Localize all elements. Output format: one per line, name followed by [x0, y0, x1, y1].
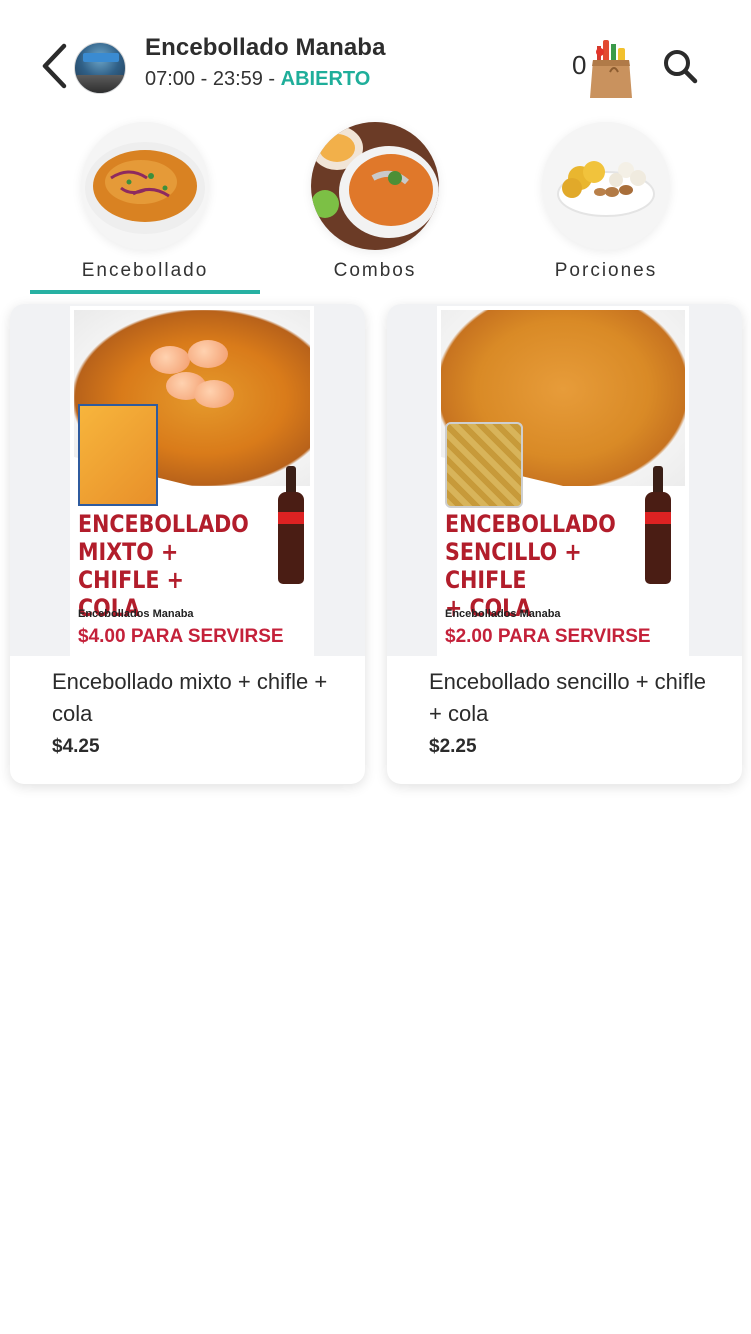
tab-label: Porciones [554, 260, 658, 281]
poster-price: $4.00 PARA SERVIRSE [78, 626, 284, 647]
poster-headline: ENCEBOLLADO SENCILLO + CHIFLE + COLA [445, 510, 616, 622]
product-name: Encebollado sencillo + chifle + cola [429, 669, 707, 726]
tab-porciones[interactable]: Porciones [491, 120, 721, 296]
product-price: $4.25 [52, 736, 100, 757]
product-name: Encebollado mixto + chifle + cola [52, 669, 328, 726]
poster-price: $2.00 PARA SERVIRSE [445, 626, 651, 647]
category-tabs: Encebollado Combos Porciones [0, 120, 751, 298]
tab-label: Combos [333, 260, 417, 281]
search-icon [664, 50, 698, 84]
tab-encebollado[interactable]: Encebollado [30, 120, 260, 296]
app-header: Encebollado Manaba 07:00 - 23:59 - ABIER… [0, 0, 751, 120]
open-status: ABIERTO [280, 68, 371, 90]
back-button[interactable] [34, 40, 74, 92]
cart-button[interactable]: 0 [572, 34, 634, 100]
encebollado-category-image [81, 122, 209, 250]
product-image: ENCEBOLLADO SENCILLO + CHIFLE + COLA Enc… [387, 304, 742, 656]
tab-label: Encebollado [81, 260, 209, 281]
cart-count: 0 [572, 50, 587, 80]
combos-category-image [311, 122, 439, 250]
chevron-left-icon [42, 43, 67, 89]
porciones-category-image [542, 122, 670, 250]
product-price: $2.25 [429, 736, 477, 757]
product-image: ENCEBOLLADO MIXTO + CHIFLE + COLA Encebo… [10, 304, 365, 656]
store-name: Encebollado Manaba [145, 34, 386, 61]
poster-headline: ENCEBOLLADO MIXTO + CHIFLE + COLA [78, 510, 249, 622]
product-poster: ENCEBOLLADO SENCILLO + CHIFLE + COLA Enc… [437, 306, 689, 656]
store-avatar [74, 42, 126, 94]
active-tab-indicator [30, 290, 260, 294]
product-card[interactable]: ENCEBOLLADO SENCILLO + CHIFLE + COLA Enc… [387, 304, 742, 784]
grocery-bag-icon [590, 40, 632, 98]
tab-combos[interactable]: Combos [260, 120, 490, 296]
poster-brand: Encebollados Manaba [78, 608, 194, 620]
search-button[interactable] [660, 46, 700, 86]
store-hours: 07:00 - 23:59 - ABIERTO [145, 68, 370, 91]
product-poster: ENCEBOLLADO MIXTO + CHIFLE + COLA Encebo… [70, 306, 314, 656]
product-card[interactable]: ENCEBOLLADO MIXTO + CHIFLE + COLA Encebo… [10, 304, 365, 784]
poster-brand: Encebollados Manaba [445, 608, 561, 620]
hours-text: 07:00 - 23:59 - [145, 68, 281, 90]
